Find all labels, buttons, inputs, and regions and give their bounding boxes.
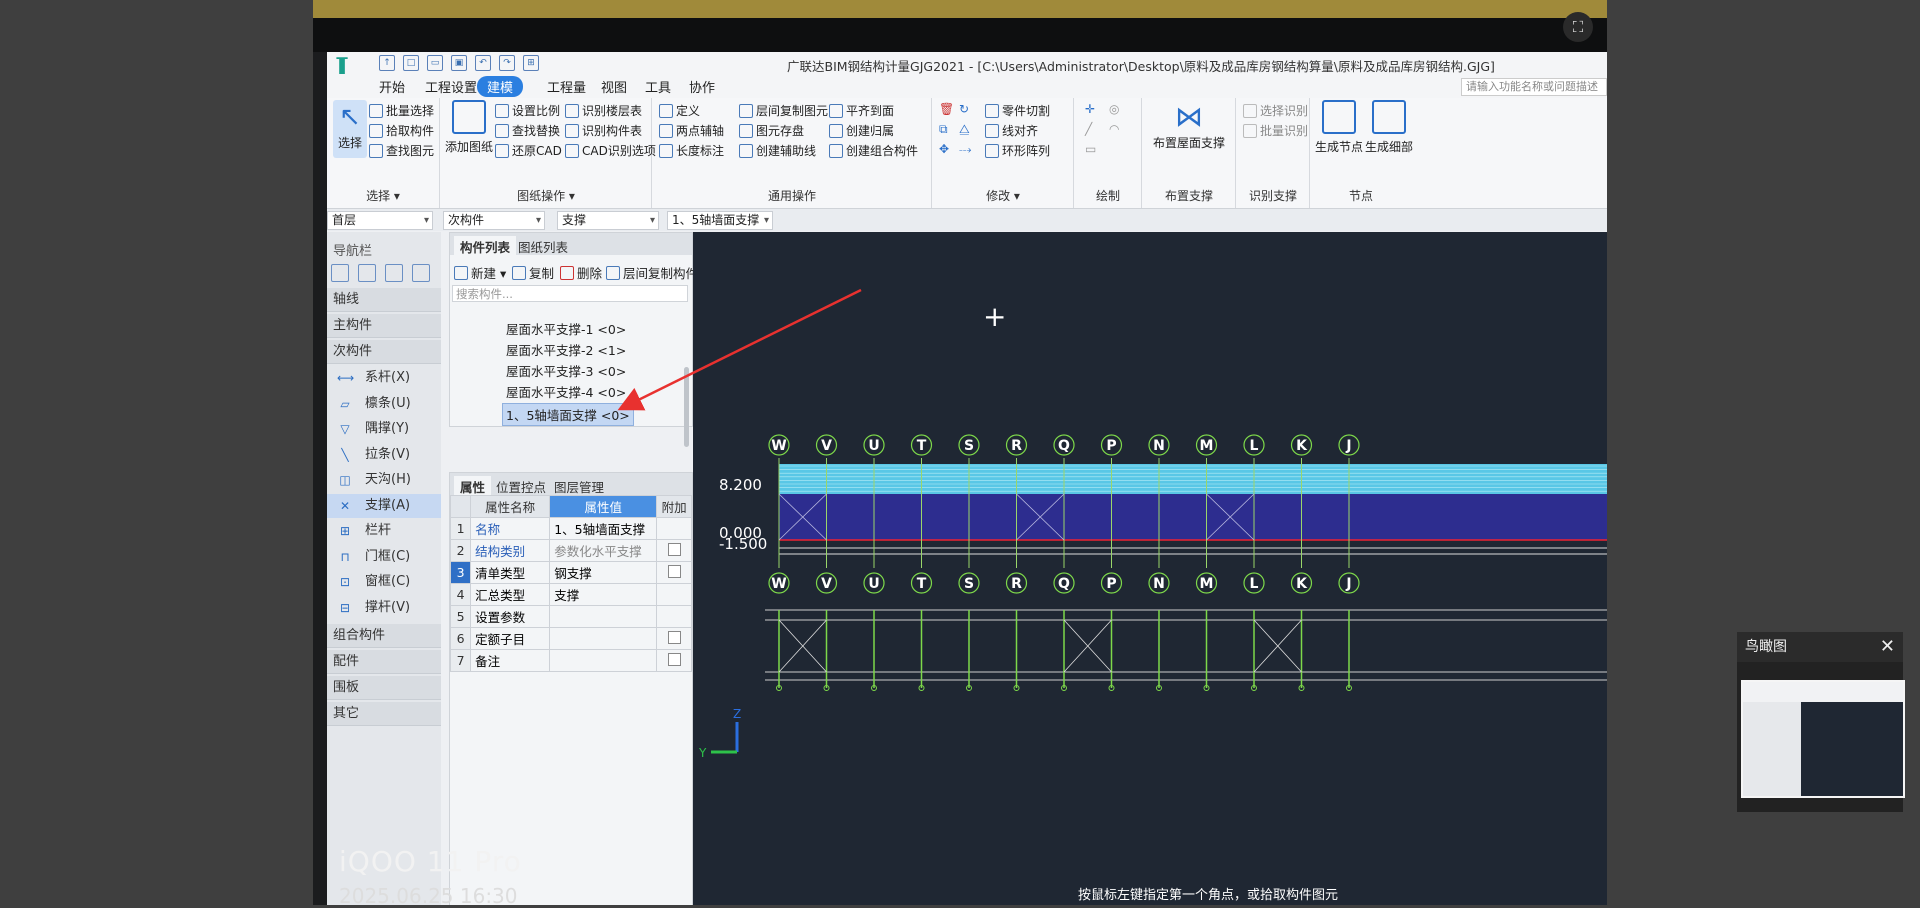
photo-frame: I ↑ □ ▭ ▣ ↶ ↷ ⊞ 广联达BIM钢结构计量GJG2021 - [C:…: [313, 0, 1607, 905]
photo-top-edge: [313, 0, 1607, 18]
birdseye-panel: 鸟瞰图 ✕: [1737, 632, 1905, 812]
annotation-overlay: [617, 288, 862, 411]
birdseye-header: 鸟瞰图 ✕: [1737, 632, 1903, 662]
camera-watermark-device: iQOO 11 Pro: [339, 845, 522, 878]
thumb-ribbon: [1743, 682, 1903, 702]
birdseye-close-icon[interactable]: ✕: [1880, 632, 1895, 662]
birdseye-thumbnail[interactable]: [1741, 680, 1905, 798]
thumb-canvas: [1801, 702, 1903, 796]
monitor-bezel: [313, 18, 1607, 52]
app-window: I ↑ □ ▭ ▣ ↶ ↷ ⊞ 广联达BIM钢结构计量GJG2021 - [C:…: [327, 52, 1607, 905]
fullscreen-exit-icon[interactable]: ⛶: [1563, 12, 1593, 42]
birdseye-title: 鸟瞰图: [1745, 639, 1787, 655]
annotation-arrow: [617, 288, 862, 411]
camera-watermark-datetime: 2025.06.25 16:30: [339, 884, 518, 908]
